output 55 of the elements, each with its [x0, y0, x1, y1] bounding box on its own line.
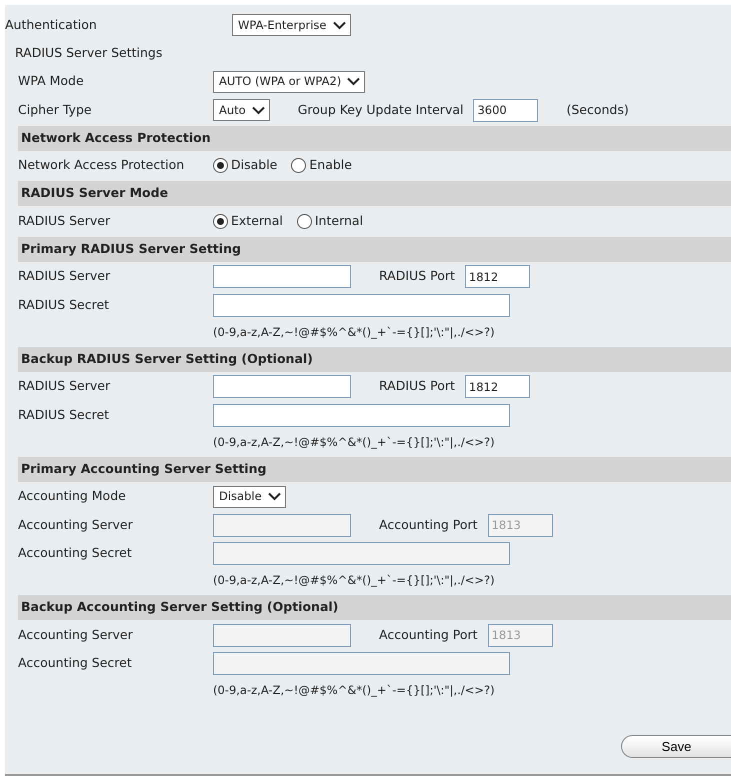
field-label: RADIUS Port [379, 377, 455, 396]
field-label: RADIUS Secret [17, 406, 110, 424]
save-button[interactable]: Save [621, 735, 731, 758]
chevron-down-icon [347, 77, 360, 86]
radio-button[interactable] [296, 214, 312, 229]
field-label: Accounting Server [17, 626, 134, 644]
field-label: Accounting Port [379, 516, 478, 534]
chevron-down-icon [332, 20, 346, 30]
hint-text: (0-9,a-z,A-Z,~!@#$%^&*()_+`-={}[];'\:"|,./<>?) [213, 572, 495, 590]
hint-text: (0-9,a-z,A-Z,~!@#$%^&*()_+`-={}[];'\:"|,./<>?) [213, 682, 495, 700]
radio-label[interactable]: External [231, 212, 283, 231]
server-field[interactable] [213, 375, 351, 398]
radio-button[interactable] [291, 158, 306, 174]
field-label: (Seconds) [566, 100, 629, 119]
secret-field[interactable] [213, 404, 510, 427]
field-label: RADIUS Server [17, 212, 112, 230]
dropdown[interactable]: Disable [213, 486, 286, 508]
field-label: Group Key Update Interval [298, 100, 464, 119]
field-label: Network Access Protection [17, 156, 186, 174]
port-field[interactable]: 1812 [464, 375, 530, 398]
field-label: RADIUS Server [17, 267, 112, 286]
radio-button[interactable] [213, 158, 228, 174]
server-field[interactable] [213, 265, 351, 288]
section-header: Network Access Protection [18, 126, 731, 150]
field-label: Cipher Type [17, 100, 93, 119]
field-label: Accounting Port [379, 626, 478, 644]
field-label: RADIUS Server [17, 377, 112, 396]
dropdown[interactable]: WPA-Enterprise [232, 14, 350, 36]
section-header: RADIUS Server Mode [18, 181, 731, 206]
chevron-down-icon [268, 492, 281, 502]
section-header: Primary RADIUS Server Setting [18, 236, 731, 262]
field-label: Accounting Mode [17, 487, 127, 506]
field-label: Accounting Server [17, 516, 134, 534]
radio-label[interactable]: Disable [231, 156, 278, 176]
secret-field[interactable] [213, 294, 510, 317]
field-label: RADIUS Port [379, 267, 455, 286]
field-label: WPA Mode [17, 72, 85, 90]
chevron-down-icon [252, 106, 265, 115]
section-header: Backup Accounting Server Setting (Optional) [18, 595, 731, 620]
field-label: Accounting Secret [17, 544, 133, 562]
radio-label[interactable]: Enable [309, 156, 352, 176]
subtitle: RADIUS Server Settings [14, 44, 164, 62]
dropdown[interactable]: Auto [213, 99, 270, 122]
port-field[interactable]: 1812 [464, 265, 530, 288]
radio-label[interactable]: Internal [314, 212, 364, 231]
section-header: Backup RADIUS Server Setting (Optional) [18, 346, 731, 372]
radio-button[interactable] [213, 214, 228, 229]
section-header: Primary Accounting Server Setting [18, 456, 731, 482]
port-field[interactable]: 3600 [473, 98, 538, 122]
hint-text: (0-9,a-z,A-Z,~!@#$%^&*()_+`-={}[];'\:"|,./<>?) [213, 324, 495, 341]
field-label: Accounting Secret [17, 654, 133, 672]
field-label: RADIUS Secret [17, 296, 110, 314]
hint-text: (0-9,a-z,A-Z,~!@#$%^&*()_+`-={}[];'\:"|,./<>?) [213, 434, 495, 451]
dropdown[interactable]: AUTO (WPA or WPA2) [213, 70, 366, 93]
field-label: Authentication [5, 16, 98, 34]
